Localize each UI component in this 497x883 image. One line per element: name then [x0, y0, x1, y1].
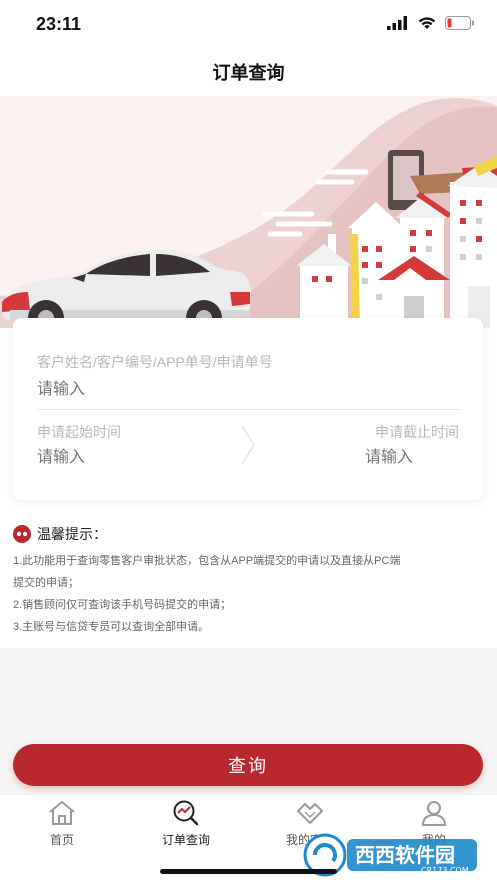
tips-line: 提交的申请；: [13, 577, 79, 589]
query-button[interactable]: 查询: [13, 744, 483, 786]
status-icons: [387, 16, 475, 30]
customer-field-label: 客户姓名/客户编号/APP单号/申请单号: [37, 354, 273, 370]
customer-search-input[interactable]: [37, 378, 457, 402]
search-form-card: 客户姓名/客户编号/APP单号/申请单号 申请起始时间 申请截止时间: [13, 318, 483, 500]
home-icon: [49, 801, 75, 825]
chevron-right-icon: [241, 425, 255, 465]
end-date-label: 申请截止时间: [375, 424, 459, 440]
tips-title: 温馨提示：: [37, 526, 107, 542]
start-date-label: 申请起始时间: [37, 424, 121, 440]
tip-icon: [13, 525, 31, 543]
home-indicator: [160, 869, 337, 874]
tab-order-search[interactable]: 订单查询: [124, 799, 248, 848]
tips-line: 3.主账号与信贷专员可以查询全部申请。: [13, 621, 210, 633]
page-title: 订单查询: [212, 63, 285, 83]
watermark-sub: CR173.COM: [421, 866, 469, 875]
signal-icon: [387, 16, 407, 30]
end-date-input[interactable]: [365, 446, 461, 470]
tips-body: 1.此功能用于查询零售客户审批状态，包含从APP端提交的申请以及直接从PC端 提…: [13, 550, 483, 638]
user-icon: [421, 801, 447, 826]
watermark-text: 西西软件园: [355, 843, 455, 867]
status-bar: 23:11: [0, 0, 497, 48]
tab-home[interactable]: 首页: [0, 799, 124, 848]
status-time: 23:11: [36, 14, 82, 34]
tab-label: 订单查询: [161, 833, 210, 847]
nav-bar: 订单查询: [0, 48, 497, 96]
tips-line: 1.此功能用于查询零售客户审批状态，包含从APP端提交的申请以及直接从PC端: [13, 555, 401, 567]
order-search-icon: [173, 800, 199, 826]
tips-section: 温馨提示： 1.此功能用于查询零售客户审批状态，包含从APP端提交的申请以及直接…: [13, 524, 483, 638]
form-divider: [37, 409, 461, 410]
hero-scene: [0, 98, 497, 328]
hero-illustration: [0, 96, 497, 328]
battery-icon: [445, 16, 474, 30]
start-date-input[interactable]: [37, 446, 187, 470]
tips-line: 2.销售顾问仅可查询该手机号码提交的申请；: [13, 599, 232, 611]
handshake-icon: [297, 803, 323, 824]
tab-label: 首页: [49, 833, 74, 847]
wifi-icon: [418, 17, 436, 29]
tips-header: 温馨提示：: [13, 524, 483, 544]
